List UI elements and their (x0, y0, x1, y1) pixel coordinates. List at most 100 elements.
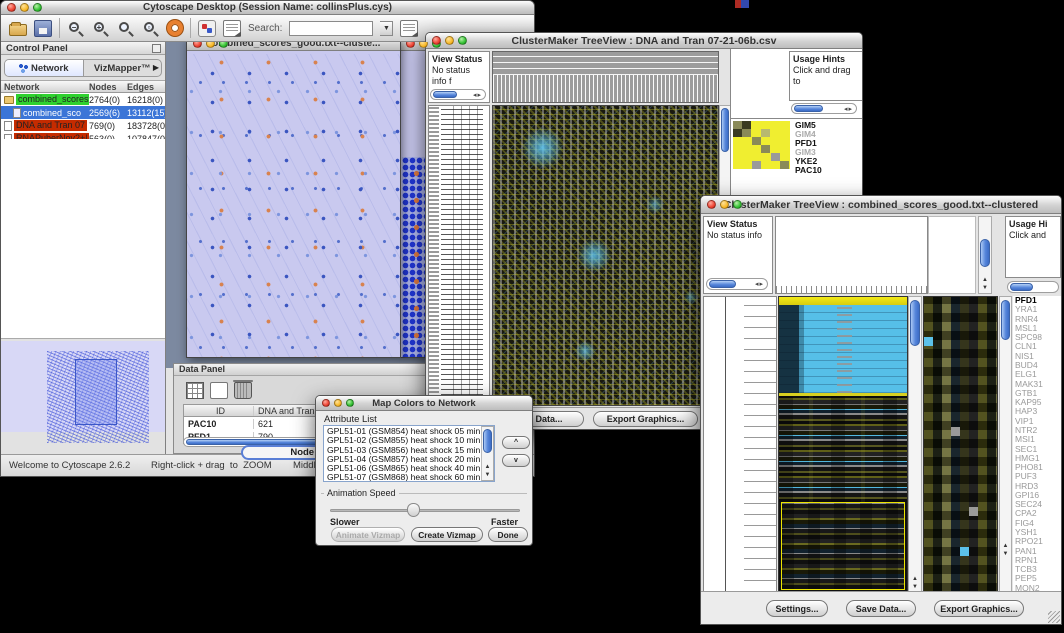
row-label: PAC10 (795, 166, 845, 175)
close-button[interactable] (7, 3, 16, 12)
network1-canvas[interactable] (187, 54, 400, 357)
close-button[interactable] (193, 42, 202, 48)
speed-slider-track[interactable] (330, 509, 520, 512)
treeview1-titlebar[interactable]: ClusterMaker TreeView : DNA and Tran 07-… (426, 33, 862, 49)
attribute-list-item[interactable]: GPL51-07 (GSM868) heat shock 60 min (327, 473, 494, 482)
zoom-vscrollbar[interactable]: ▲▼ (999, 296, 1012, 593)
heatmap-selection-box (781, 502, 905, 590)
export-graphics-button[interactable]: Export Graphics... (593, 411, 698, 427)
search-dropdown-arrow[interactable]: ▼ (380, 21, 393, 36)
column-labels-vscrollbar[interactable]: ▲▼ (978, 216, 992, 294)
faster-label: Faster (491, 517, 518, 527)
minimize-button[interactable] (334, 399, 342, 407)
toolbar-separator (190, 18, 191, 38)
open-session-icon[interactable] (9, 24, 27, 36)
annotation-icon[interactable] (223, 20, 241, 37)
background-window-fragment (735, 0, 749, 8)
zoom-fit-icon[interactable]: ▫ (142, 20, 160, 37)
column-dendrogram[interactable] (492, 51, 719, 103)
animation-speed-group: Animation Speed (321, 493, 527, 494)
help-lifesaver-icon[interactable] (167, 20, 183, 36)
control-panel-tabs: Network VizMapper™ (4, 59, 162, 77)
attribute-list-vscrollbar[interactable]: ▲▼ (481, 426, 494, 481)
animate-vizmap-button[interactable]: Animate Vizmap (331, 527, 405, 542)
zoom-row-labels: GIM5GIM4PFD1GIM3YKE2PAC10 (795, 121, 845, 175)
row-dendrogram[interactable] (428, 105, 490, 406)
zoom-window-button[interactable] (219, 42, 228, 48)
view-status-hscrollbar[interactable]: ◂▸ (430, 89, 486, 100)
attribute-list[interactable]: GPL51-01 (GSM854) heat shock 05 minGPL51… (323, 425, 495, 482)
search-label: Search: (248, 23, 282, 34)
minimize-button[interactable] (206, 42, 215, 48)
minimize-button[interactable] (20, 3, 29, 12)
heatmap-vscrollbar[interactable]: ▲▼ (908, 296, 922, 593)
search-input[interactable] (289, 21, 373, 36)
resize-grip[interactable] (1048, 611, 1060, 623)
export-graphics-button[interactable]: Export Graphics... (934, 600, 1024, 617)
zoom-window-button[interactable] (33, 3, 42, 12)
tab-overflow-arrow[interactable]: ▶ (153, 63, 159, 72)
move-down-button[interactable]: v (502, 454, 530, 467)
folder-icon (4, 96, 14, 104)
data-panel-header: Data Panel (174, 364, 435, 376)
zoom-window-button[interactable] (733, 200, 742, 209)
tab-vizmapper[interactable]: VizMapper™ (84, 60, 162, 76)
dialog-titlebar[interactable]: Map Colors to Network (316, 396, 532, 411)
network-table-header: Network Nodes Edges (1, 80, 165, 93)
save-data-button[interactable]: Save Data... (846, 600, 916, 617)
zoom-heatmap-matrix[interactable] (733, 121, 790, 169)
usage-hints-hscrollbar[interactable]: ◂▸ (791, 103, 857, 114)
zoom-window-button[interactable] (346, 399, 354, 407)
delete-attribute-icon[interactable] (234, 382, 252, 399)
network-navigator (1, 341, 165, 432)
new-attribute-icon[interactable] (210, 382, 228, 399)
zoom-heatmap-view[interactable] (923, 296, 998, 593)
control-panel-float-icon[interactable] (152, 44, 161, 53)
tab-network[interactable]: Network (5, 60, 84, 76)
zoom-in-icon[interactable]: + (92, 20, 110, 37)
settings-button[interactable]: Settings... (766, 600, 828, 617)
main-window-title: Cytoscape Desktop (Session Name: collins… (1, 2, 534, 13)
close-button[interactable] (432, 36, 441, 45)
save-session-icon[interactable] (34, 20, 52, 37)
network-view-window-front: combined_scores_good.txt--cluste... (186, 42, 401, 358)
minimize-button[interactable] (720, 200, 729, 209)
create-vizmap-button[interactable]: Create Vizmap (411, 527, 483, 542)
zoom-out-icon[interactable]: − (67, 20, 85, 37)
usage-hints-hscrollbar[interactable] (1007, 281, 1059, 293)
configure-search-icon[interactable] (400, 20, 418, 37)
close-button[interactable] (406, 42, 415, 48)
close-button[interactable] (322, 399, 330, 407)
treeview2-window: ClusterMaker TreeView : combined_scores_… (700, 195, 1062, 625)
window-controls (7, 3, 42, 12)
zoom-selected-icon[interactable] (117, 20, 135, 37)
network-row-dna-tran[interactable]: DNA and Tran 07 769(0) 183728(0) (1, 119, 165, 132)
column-dendrogram[interactable] (775, 216, 928, 294)
heatmap-global-view[interactable] (778, 296, 908, 593)
navigator-viewport-rect[interactable] (75, 359, 117, 425)
network-icon (19, 64, 28, 73)
heatmap-global-view[interactable] (492, 105, 719, 406)
done-button[interactable]: Done (488, 527, 528, 542)
close-button[interactable] (707, 200, 716, 209)
row-dendrogram[interactable] (703, 296, 777, 593)
zoom-column-labels: GIM5GIM4PFD1GIM3YKE2PAC10 (733, 53, 785, 117)
network1-titlebar[interactable]: combined_scores_good.txt--cluste... (187, 42, 400, 51)
document-icon (13, 108, 21, 118)
view-status-hscrollbar[interactable]: ◂▸ (706, 278, 768, 290)
status-welcome: Welcome to Cytoscape 2.6.2 (9, 460, 130, 471)
minimize-button[interactable] (445, 36, 454, 45)
treeview2-titlebar[interactable]: ClusterMaker TreeView : combined_scores_… (701, 196, 1061, 214)
main-titlebar[interactable]: Cytoscape Desktop (Session Name: collins… (1, 1, 534, 15)
zoom-window-button[interactable] (458, 36, 467, 45)
move-up-button[interactable]: ^ (502, 436, 530, 449)
network-row-selected[interactable]: combined_sco 2569(6) 13112(15) (1, 106, 165, 119)
network-row-combined-scores[interactable]: combined_scores 2764(0) 16218(0) (1, 93, 165, 106)
minimize-button[interactable] (419, 42, 428, 48)
column-labels: GPL51-01 (GSM854)GPL51-02 (GSM855)GPL51-… (928, 216, 976, 294)
attribute-select-icon[interactable] (186, 382, 204, 399)
usage-hints-panel: Usage Hi Click and (1005, 216, 1061, 278)
vizmapper-icon[interactable] (198, 20, 216, 37)
speed-slider-thumb[interactable] (407, 503, 420, 517)
gene-row-labels: PFD1YRA1RNR4MSL1SPC98CLN1NIS1BUD4ELG1MAK… (1013, 296, 1061, 593)
